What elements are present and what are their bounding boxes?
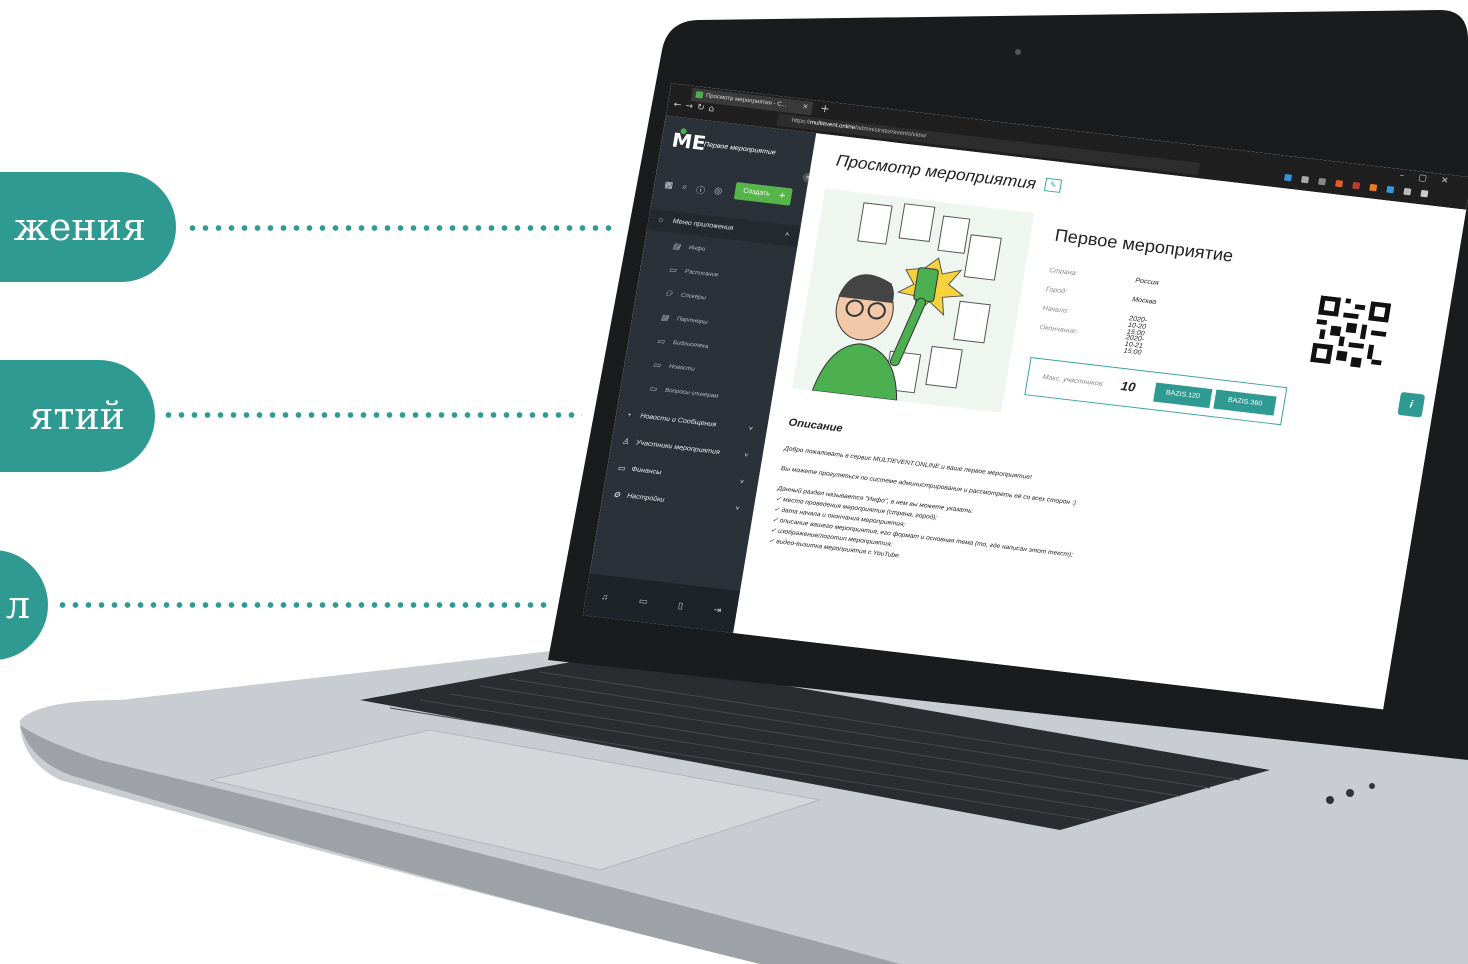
callout-label: л (5, 583, 30, 627)
calendar-icon: ▭ (668, 265, 678, 275)
callout-label: жения (13, 205, 146, 249)
apps-grid-icon[interactable]: ▦ (663, 179, 674, 192)
chevron-down-icon: ˅ (734, 505, 740, 513)
plus-icon: + (777, 189, 787, 203)
url-prefix: https:// (791, 117, 811, 126)
gear-icon: ⚙ (612, 490, 621, 500)
new-tab-icon[interactable]: + (819, 102, 830, 115)
help-icon[interactable]: ◎ (713, 185, 723, 198)
wallet-icon: ▭ (616, 463, 626, 473)
sidebar-item-label: Новости (668, 363, 695, 373)
sidebar-item-label: Расписание (684, 268, 719, 279)
sidebar-item-label: Библиотека (672, 340, 709, 351)
max-participants-box: Макс. участников: 10 BAZIS.120 BAZIS.360 (1024, 357, 1288, 426)
sidebar-section-label: Участники мероприятия (635, 439, 721, 456)
questions-icon: ▭ (648, 383, 658, 394)
chevron-down-icon: ˅ (748, 425, 754, 433)
main-content: Просмотр мероприятия ✎ Первое мероприяти… (733, 133, 1467, 710)
browser-window: Просмотр мероприятия - С... ✕ + ←→↻⌂ htt… (582, 83, 1468, 710)
chevron-down-icon: ˅ (739, 478, 745, 486)
menu-icon[interactable] (1420, 189, 1429, 198)
callout-pill-1: жения (0, 172, 176, 282)
sidebar-item-label: Вопросы спикерам (664, 387, 719, 400)
info-row-city: Город: Москва (1043, 286, 1156, 306)
extension-icon[interactable] (1369, 183, 1378, 192)
create-button[interactable]: Создать + (733, 182, 793, 206)
edit-icon[interactable]: ✎ (1043, 177, 1063, 193)
plan-button-bazis-360[interactable]: BAZIS.360 (1213, 389, 1277, 416)
partners-icon: ▤ (660, 312, 670, 323)
qr-code[interactable] (1310, 295, 1392, 371)
news-icon: ▭ (652, 360, 662, 370)
info-icon[interactable]: ⓘ (695, 183, 706, 196)
url-path: /administrator/events/view/ (854, 125, 927, 140)
event-illustration (792, 188, 1035, 413)
event-name: Первое мероприятие (1053, 225, 1235, 266)
sidebar-item-label: Инфо (688, 245, 706, 253)
sidebar-event-title: Первое мероприятие (703, 141, 777, 157)
info-key: Окончание: (1039, 324, 1078, 336)
info-value: Москва (1131, 296, 1157, 306)
info-help-button[interactable]: i (1397, 391, 1426, 418)
speakers-icon: ⚇ (664, 288, 673, 299)
description-text: Добро пожаловать в сервис MULTIEVENT.ONL… (768, 443, 1267, 602)
reader-icon[interactable] (1318, 177, 1327, 186)
sidebar-item-label: Партнеры (676, 316, 708, 326)
create-label: Создать (742, 187, 771, 198)
sidebar-item-label: Спикеры (680, 292, 707, 302)
extension-icon[interactable] (1335, 179, 1344, 188)
sidebar-footer: ♫ ▭ ▯ ⇥ (582, 573, 741, 633)
sidebar-section-label: Финансы (630, 466, 662, 477)
window-controls[interactable]: –▢✕ (1399, 171, 1463, 188)
info-row-country: Страна: Россия (1046, 267, 1160, 287)
info-row-end: Окончание: 2020-10-21 15:00 (1037, 324, 1144, 356)
menu-head-label: Меню приложения (672, 218, 734, 232)
description-heading: Описание (787, 416, 844, 435)
account-icon[interactable] (1403, 187, 1412, 196)
users-icon: ♙ (621, 436, 630, 447)
info-key: Начало: (1042, 305, 1070, 315)
sidebar-section-label: Новости и Сообщения (639, 412, 717, 429)
sidebar-section-label: Настройки (626, 492, 665, 504)
max-participants-value: 10 (1119, 378, 1137, 395)
extension-icon[interactable] (1386, 185, 1395, 194)
notifications-icon[interactable]: ♫ (601, 591, 609, 601)
info-key: Город: (1045, 286, 1068, 296)
download-icon[interactable] (1283, 173, 1293, 182)
document-icon: ▤ (672, 241, 682, 251)
favicon-icon (695, 91, 704, 99)
event-info: Страна: Россия Город: Москва Начало: 2020-1… (1037, 267, 1160, 356)
library-icon[interactable] (1300, 175, 1310, 184)
home-icon: ⌂ (658, 216, 664, 224)
close-tab-icon[interactable]: ✕ (801, 101, 809, 115)
chevron-up-icon: ˄ (784, 231, 790, 239)
info-row-start: Начало: 2020-10-20 15:00 (1040, 305, 1147, 337)
callout-pill-2: ятий (0, 360, 155, 472)
bell-icon: ◔ (625, 410, 632, 420)
max-participants-label: Макс. участников: (1042, 374, 1105, 388)
sidebar-top-icons: ▦ ⌕ ⓘ ◎ (663, 179, 723, 198)
info-value: Россия (1134, 277, 1160, 287)
device-icon[interactable]: ▯ (677, 600, 684, 611)
info-value: 2020-10-21 15:00 (1123, 334, 1145, 357)
plan-button-bazis-120[interactable]: BAZIS.120 (1153, 382, 1213, 409)
app-logo-icon: ME (670, 128, 708, 155)
info-key: Страна: (1048, 267, 1079, 278)
search-icon[interactable]: ⌕ (681, 182, 688, 195)
logo-dot (680, 128, 688, 135)
logout-icon[interactable]: ⇥ (713, 604, 722, 615)
chevron-down-icon: ˅ (743, 452, 749, 460)
url-host: multievent.online (809, 119, 856, 131)
adblock-icon[interactable] (1352, 181, 1361, 190)
callout-label: ятий (29, 394, 125, 438)
page-title: Просмотр мероприятия (834, 151, 1038, 193)
chat-icon[interactable]: ▭ (638, 595, 648, 606)
library-icon: ▭ (656, 336, 666, 346)
